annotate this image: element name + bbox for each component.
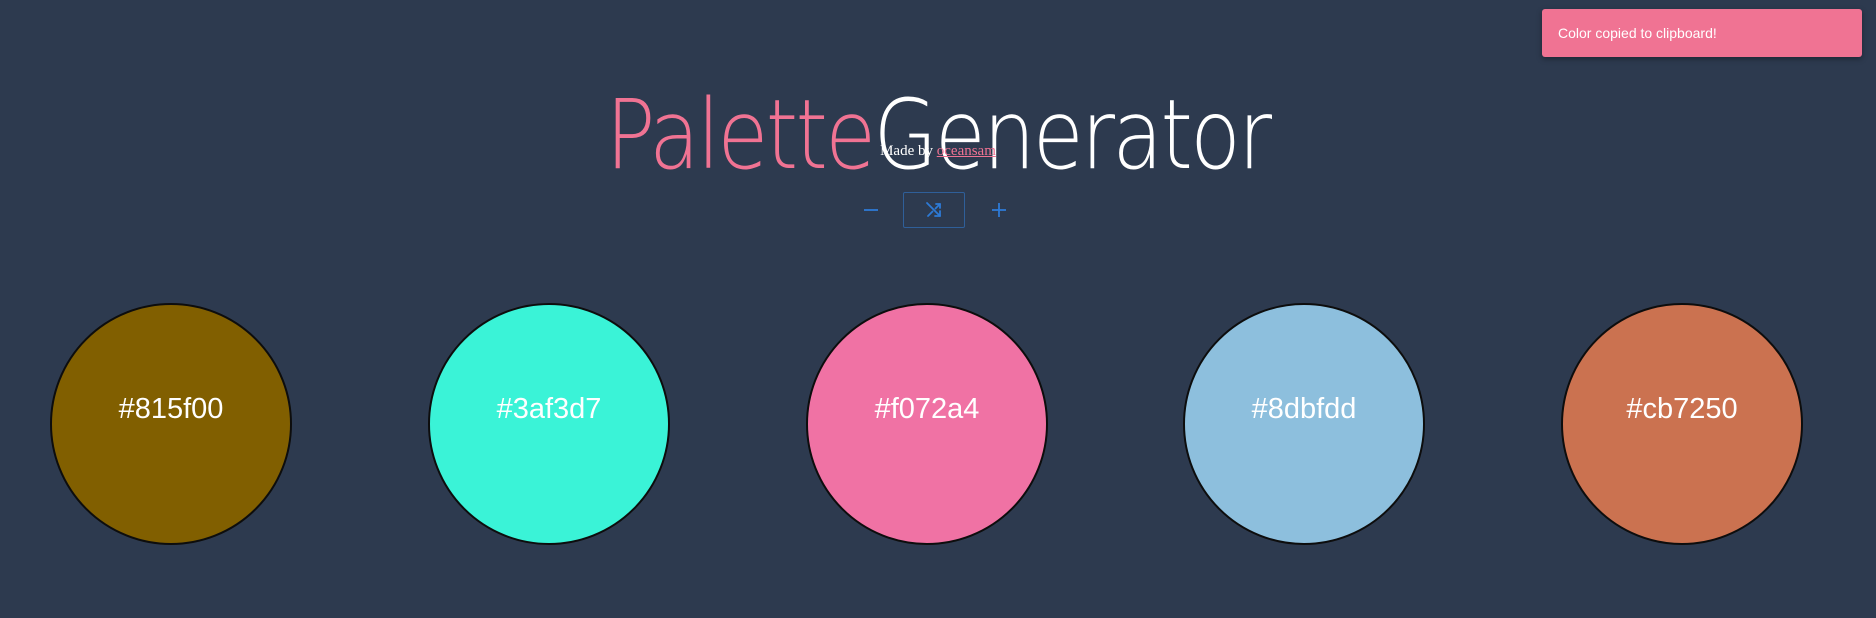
palette-controls — [854, 192, 1014, 228]
color-swatch[interactable]: #f072a4 — [806, 303, 1048, 545]
toast-message: Color copied to clipboard! — [1558, 25, 1717, 41]
color-swatch[interactable]: #815f00 — [50, 303, 292, 545]
color-swatch[interactable]: #3af3d7 — [428, 303, 670, 545]
plus-icon — [992, 203, 1006, 217]
app-title: PaletteGenerator — [131, 80, 1744, 190]
color-hex-label: #f072a4 — [874, 393, 980, 425]
shuffle-icon — [926, 202, 941, 217]
increase-colors-button[interactable] — [982, 192, 1016, 228]
copied-toast: Color copied to clipboard! — [1542, 9, 1862, 57]
shuffle-button[interactable] — [903, 192, 965, 228]
color-hex-label: #815f00 — [118, 393, 224, 425]
title-palette: Palette — [605, 79, 876, 192]
byline: Made by oceansam — [0, 143, 1876, 160]
color-hex-label: #8dbfdd — [1251, 393, 1357, 425]
color-swatch[interactable]: #cb7250 — [1561, 303, 1803, 545]
color-hex-label: #cb7250 — [1626, 393, 1738, 425]
color-hex-label: #3af3d7 — [496, 393, 602, 425]
decrease-colors-button[interactable] — [854, 192, 888, 228]
byline-prefix: Made by — [880, 143, 933, 159]
title-generator: Generator — [873, 79, 1272, 192]
minus-icon — [864, 209, 878, 211]
author-link[interactable]: oceansam — [937, 143, 996, 159]
color-swatch[interactable]: #8dbfdd — [1183, 303, 1425, 545]
